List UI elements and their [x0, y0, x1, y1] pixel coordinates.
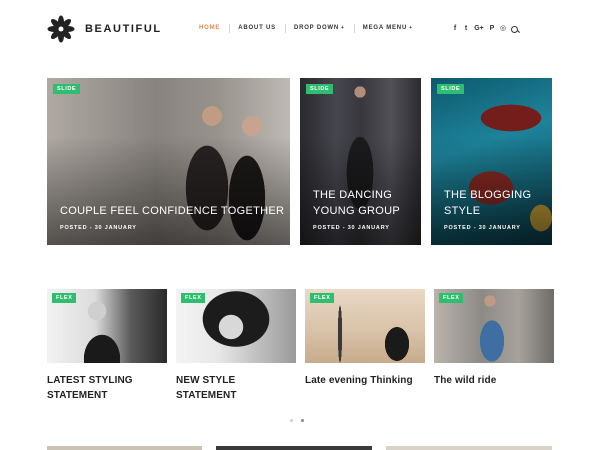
- pagination-dot-active[interactable]: [301, 419, 304, 422]
- flex-post-title[interactable]: NEW STYLE STATEMENT: [176, 373, 296, 403]
- pinterest-icon[interactable]: P: [489, 24, 495, 33]
- nav-item-drop-down[interactable]: DROP DOWN +: [284, 24, 354, 33]
- slide-card[interactable]: SLIDE COUPLE FEEL CONFIDENCE TOGETHER PO…: [47, 78, 290, 245]
- brand-name[interactable]: BEAUTIFUL: [85, 23, 162, 35]
- flex-post-card[interactable]: FLEX NEW STYLE STATEMENT: [176, 289, 296, 403]
- slide-title[interactable]: COUPLE FEEL CONFIDENCE TOGETHER: [60, 203, 284, 219]
- flex-post-card[interactable]: FLEX LATEST STYLING STATEMENT: [47, 289, 167, 403]
- flex-post-card[interactable]: FLEX The wild ride: [434, 289, 554, 388]
- plus-icon: +: [409, 25, 413, 31]
- nav-item-home[interactable]: HOME: [190, 25, 229, 31]
- next-section-image: [386, 446, 552, 450]
- slide-card[interactable]: SLIDE THE BLOGGING STYLE POSTED - 30 JAN…: [431, 78, 552, 245]
- slide-title[interactable]: THE BLOGGING STYLE: [444, 187, 531, 219]
- twitter-icon[interactable]: t: [463, 24, 469, 33]
- flex-post-image[interactable]: FLEX: [305, 289, 425, 363]
- slide-badge[interactable]: SLIDE: [53, 84, 81, 94]
- flex-badge[interactable]: FLEX: [310, 293, 335, 303]
- search-icon[interactable]: [511, 25, 518, 33]
- flex-post-card[interactable]: FLEX Late evening Thinking: [305, 289, 425, 388]
- flower-logo-icon[interactable]: [47, 15, 75, 43]
- main-nav: HOME ABOUT US DROP DOWN + MEGA MENU +: [190, 24, 422, 33]
- site-header: BEAUTIFUL HOME ABOUT US DROP DOWN + MEGA …: [0, 0, 600, 60]
- google-plus-icon[interactable]: G+: [474, 24, 484, 33]
- slide-card[interactable]: SLIDE THE DANCING YOUNG GROUP POSTED - 3…: [300, 78, 421, 245]
- next-section-image: [216, 446, 372, 450]
- social-links: f t G+ P ◎: [452, 24, 518, 33]
- nav-item-mega-menu[interactable]: MEGA MENU +: [353, 24, 422, 33]
- flex-badge[interactable]: FLEX: [439, 293, 464, 303]
- next-section-image: [47, 446, 202, 450]
- carousel-pagination: [290, 419, 304, 422]
- slide-badge[interactable]: SLIDE: [306, 84, 334, 94]
- slide-date: POSTED - 30 JANUARY: [444, 225, 521, 231]
- facebook-icon[interactable]: f: [452, 24, 458, 33]
- nav-item-about-us[interactable]: ABOUT US: [229, 24, 285, 33]
- flex-post-image[interactable]: FLEX: [176, 289, 296, 363]
- pagination-dot[interactable]: [290, 419, 293, 422]
- slide-date: POSTED - 30 JANUARY: [60, 225, 137, 231]
- flex-post-title[interactable]: LATEST STYLING STATEMENT: [47, 373, 167, 403]
- flex-post-image[interactable]: FLEX: [47, 289, 167, 363]
- flex-badge[interactable]: FLEX: [52, 293, 77, 303]
- slide-date: POSTED - 30 JANUARY: [313, 225, 390, 231]
- slide-badge[interactable]: SLIDE: [437, 84, 465, 94]
- flex-badge[interactable]: FLEX: [181, 293, 206, 303]
- plus-icon: +: [341, 25, 345, 31]
- slide-title[interactable]: THE DANCING YOUNG GROUP: [313, 187, 400, 219]
- flex-post-title[interactable]: Late evening Thinking: [305, 373, 425, 388]
- flex-post-title[interactable]: The wild ride: [434, 373, 554, 388]
- instagram-icon[interactable]: ◎: [500, 24, 506, 33]
- flex-post-image[interactable]: FLEX: [434, 289, 554, 363]
